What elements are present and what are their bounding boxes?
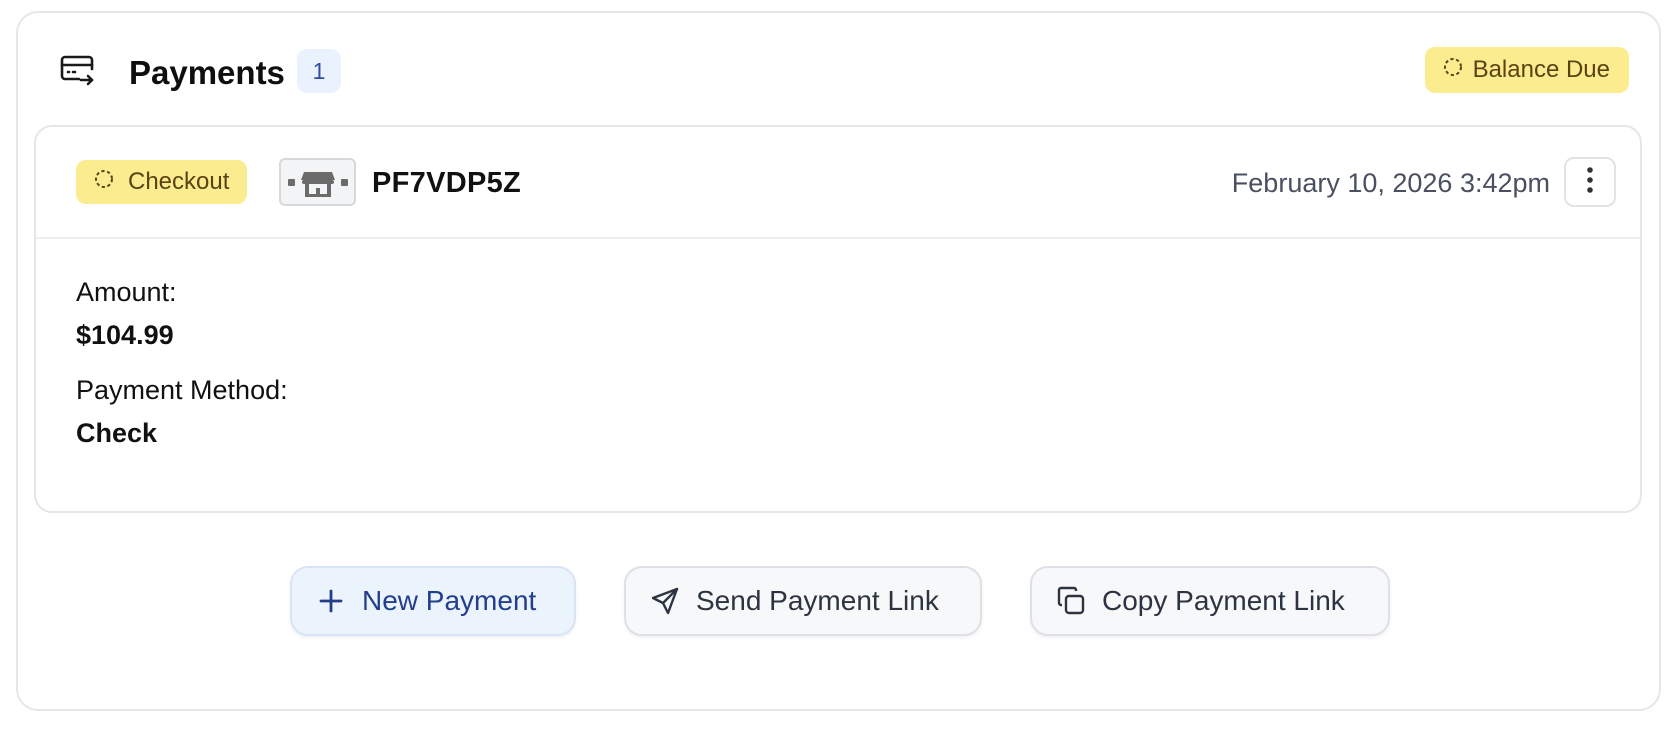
balance-status-label: Balance Due: [1472, 56, 1610, 83]
spinner-icon: [94, 168, 114, 196]
amount-label: Amount:: [76, 277, 177, 307]
payment-card: Checkout PF7VDP5Z February 10, 2026 3:42…: [34, 125, 1642, 513]
payment-status-label: Checkout: [128, 168, 230, 195]
page-title: Payments: [129, 54, 285, 91]
spinner-icon: [1443, 56, 1463, 84]
balance-status-badge: Balance Due: [1424, 47, 1629, 93]
payment-id[interactable]: PF7VDP5Z: [372, 163, 521, 203]
storefront-icon: [279, 158, 356, 206]
send-payment-link-label: Send Payment Link: [696, 585, 939, 616]
card-transfer-icon: [59, 53, 95, 87]
payments-header: Payments 1 Balance Due: [18, 13, 1659, 127]
payments-count-badge: 1: [297, 49, 341, 93]
payment-status-badge: Checkout: [76, 160, 248, 204]
send-payment-link-button[interactable]: Send Payment Link: [624, 566, 982, 636]
payment-card-header: Checkout PF7VDP5Z February 10, 2026 3:42…: [36, 127, 1640, 239]
payment-date: February 10, 2026 3:42pm: [1231, 168, 1550, 198]
copy-payment-link-button[interactable]: Copy Payment Link: [1030, 566, 1390, 636]
copy-icon: [1056, 586, 1086, 616]
payment-method-label: Payment Method:: [76, 375, 288, 405]
payment-menu-button[interactable]: [1564, 157, 1616, 207]
send-icon: [650, 586, 680, 616]
kebab-menu-icon: [1586, 166, 1594, 199]
amount-value: $104.99: [76, 320, 174, 350]
new-payment-label: New Payment: [362, 585, 537, 616]
payment-method-value: Check: [76, 418, 158, 448]
new-payment-button[interactable]: New Payment: [290, 566, 576, 636]
plus-icon: [316, 586, 346, 616]
copy-payment-link-label: Copy Payment Link: [1102, 585, 1345, 616]
